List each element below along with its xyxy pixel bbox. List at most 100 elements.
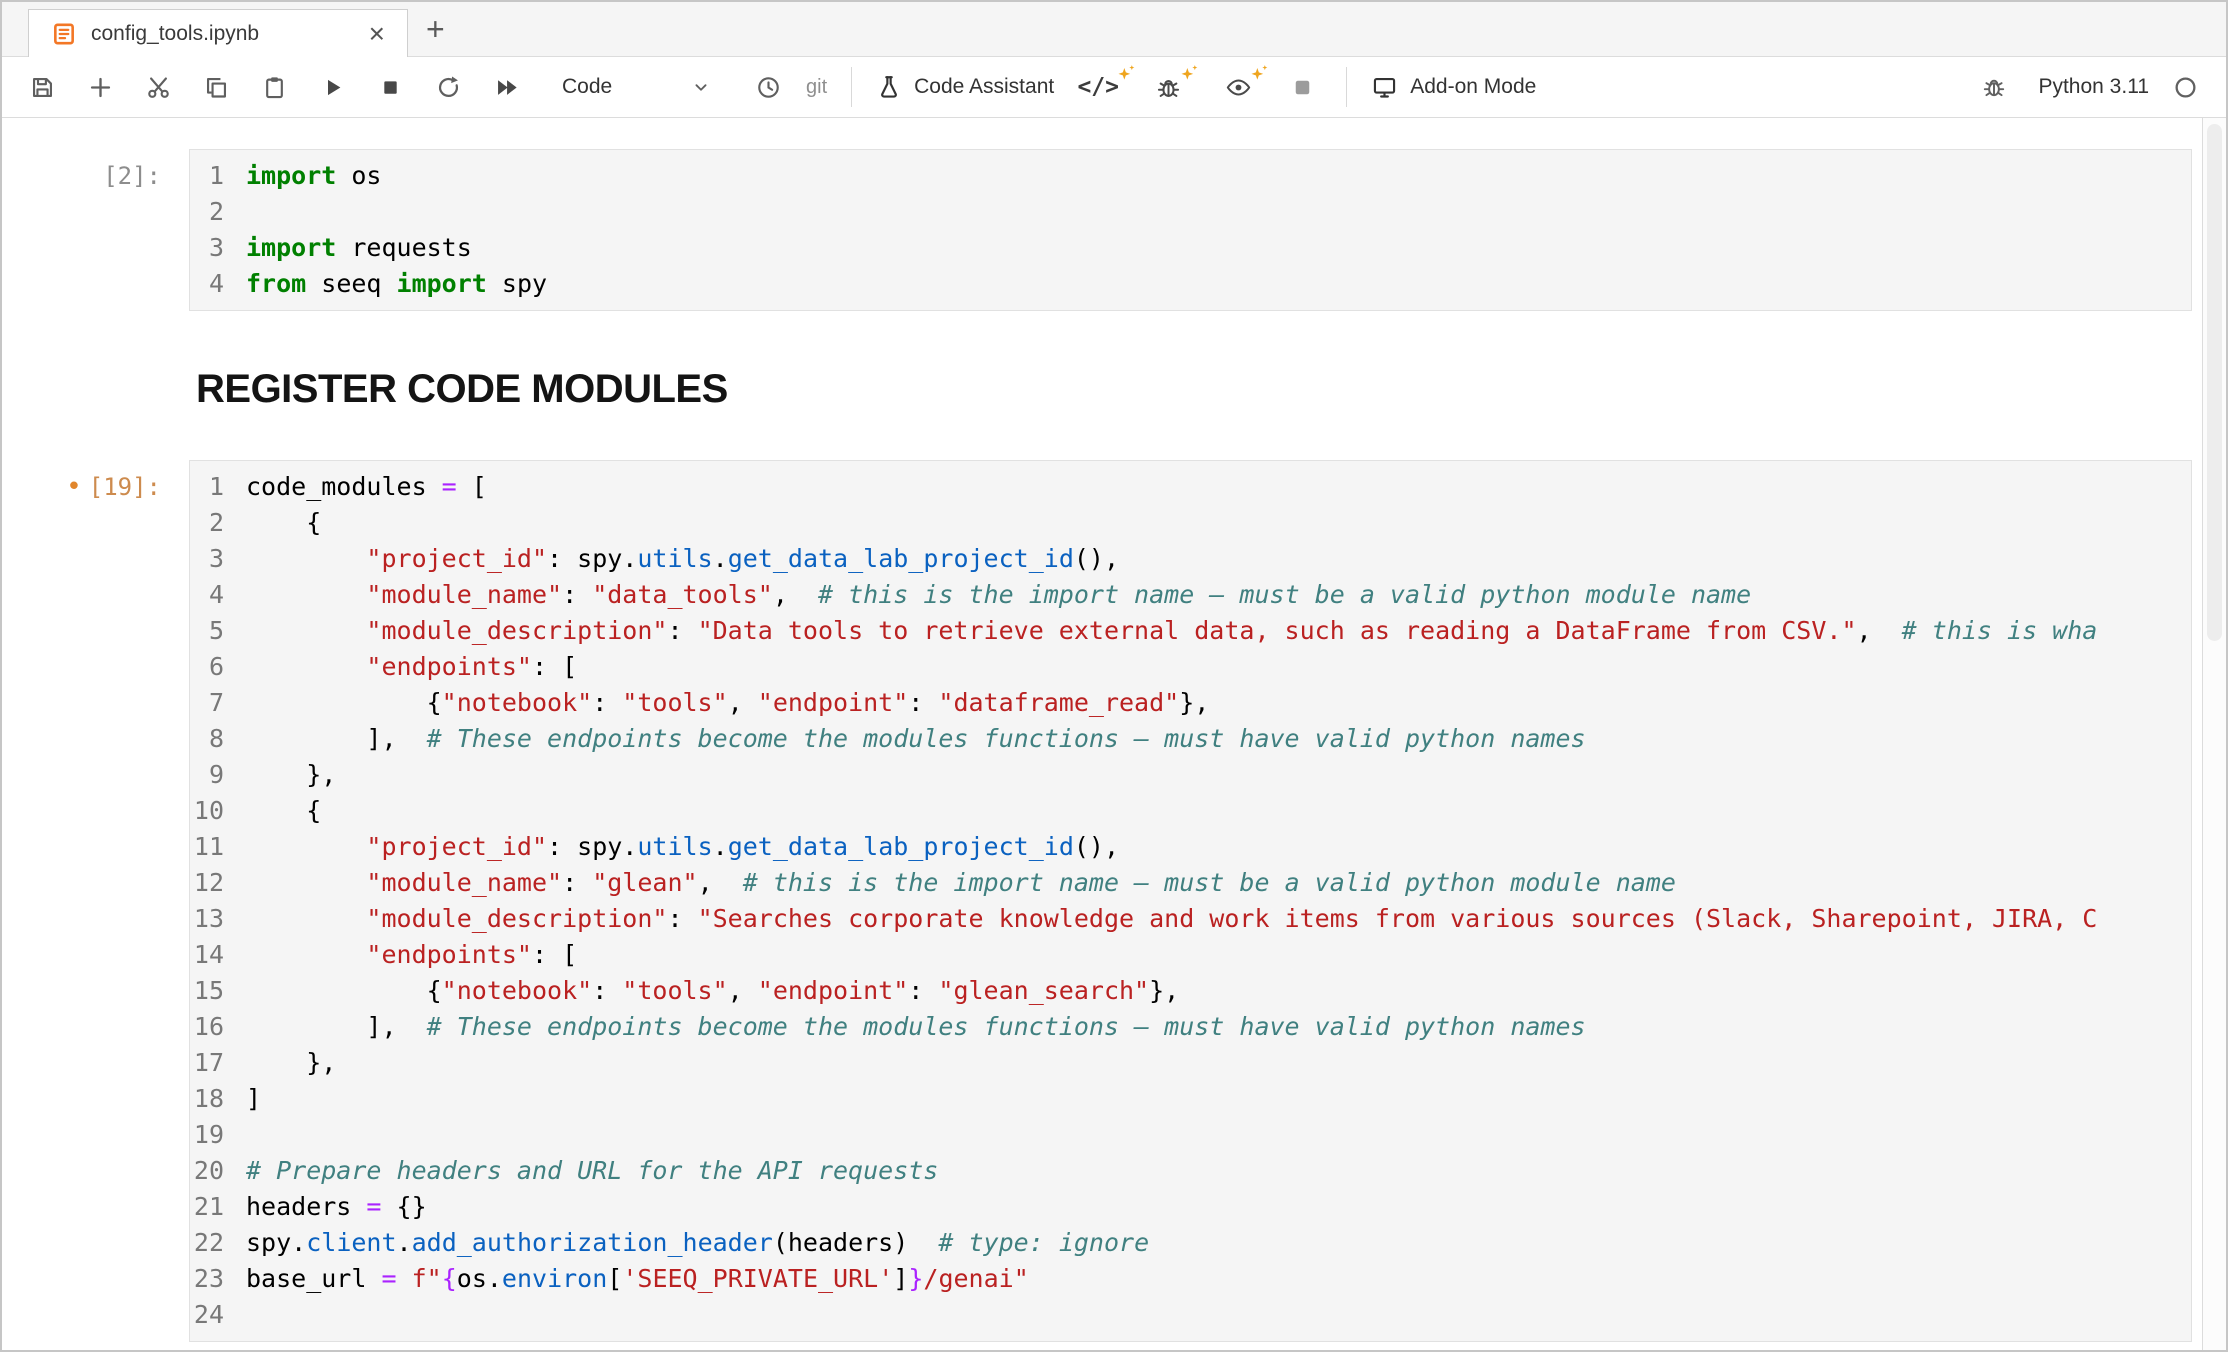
line-number: 4 xyxy=(190,266,234,302)
code-editor[interactable]: 1code_modules = [2 {3 "project_id": spy.… xyxy=(189,460,2192,1342)
restart-kernel-button[interactable] xyxy=(428,65,468,109)
git-button[interactable]: git xyxy=(806,76,827,99)
line-number: 21 xyxy=(190,1189,234,1225)
sparkle-icon xyxy=(1116,63,1136,83)
line-number: 2 xyxy=(190,505,234,541)
code-line[interactable]: 1code_modules = [ xyxy=(190,469,2191,505)
line-number: 14 xyxy=(190,937,234,973)
restart-run-all-button[interactable] xyxy=(486,65,526,109)
cut-cell-icon xyxy=(145,74,172,101)
assistant-stop-button[interactable] xyxy=(1282,65,1322,109)
vertical-scrollbar[interactable] xyxy=(2202,118,2226,1350)
toolbar-separator xyxy=(1346,67,1347,107)
line-number: 15 xyxy=(190,973,234,1009)
code-line[interactable]: 5 "module_description": "Data tools to r… xyxy=(190,613,2191,649)
code-line[interactable]: 3 "project_id": spy.utils.get_data_lab_p… xyxy=(190,541,2191,577)
new-tab-button[interactable]: + xyxy=(426,13,445,45)
code-line[interactable]: 11 "project_id": spy.utils.get_data_lab_… xyxy=(190,829,2191,865)
line-number: 3 xyxy=(190,230,234,266)
modified-dot: • xyxy=(66,472,82,502)
code-line[interactable]: 23base_url = f"{os.environ['SEEQ_PRIVATE… xyxy=(190,1261,2191,1297)
interrupt-stop-icon xyxy=(377,74,404,101)
code-line[interactable]: 12 "module_name": "glean", # this is the… xyxy=(190,865,2191,901)
kernel-idle-circle-icon[interactable] xyxy=(2173,75,2198,100)
addon-mode-label: Add-on Mode xyxy=(1410,75,1536,99)
code-line[interactable]: 20# Prepare headers and URL for the API … xyxy=(190,1153,2191,1189)
code-line[interactable]: 6 "endpoints": [ xyxy=(190,649,2191,685)
history-button[interactable] xyxy=(748,65,788,109)
kernel-name[interactable]: Python 3.11 xyxy=(2038,75,2149,99)
bug-sparkle-icon xyxy=(1155,74,1182,101)
stop-square-icon xyxy=(1289,74,1316,101)
line-number: 19 xyxy=(190,1117,234,1153)
debugger-button[interactable] xyxy=(1974,65,2014,109)
line-number: 17 xyxy=(190,1045,234,1081)
code-sparkle-icon: </> xyxy=(1077,74,1119,100)
code-line[interactable]: 15 {"notebook": "tools", "endpoint": "gl… xyxy=(190,973,2191,1009)
code-line[interactable]: 3import requests xyxy=(190,230,2191,266)
line-number: 1 xyxy=(190,469,234,505)
run-cell-button[interactable] xyxy=(312,65,352,109)
code-line[interactable]: 22spy.client.add_authorization_header(he… xyxy=(190,1225,2191,1261)
cut-cell-button[interactable] xyxy=(138,65,178,109)
code-line[interactable]: 10 { xyxy=(190,793,2191,829)
review-assist-button[interactable] xyxy=(1212,65,1264,109)
run-icon xyxy=(319,74,346,101)
code-line[interactable]: 8 ], # These endpoints become the module… xyxy=(190,721,2191,757)
code-line[interactable]: 24 xyxy=(190,1297,2191,1333)
notebook-panel: [2]:1import os23import requests4from see… xyxy=(2,118,2226,1350)
line-number: 18 xyxy=(190,1081,234,1117)
line-number: 11 xyxy=(190,829,234,865)
cell-prompt xyxy=(2,367,189,412)
code-line[interactable]: 18] xyxy=(190,1081,2191,1117)
line-number: 20 xyxy=(190,1153,234,1189)
sparkle-icon xyxy=(1179,63,1199,83)
generate-code-button[interactable]: </> xyxy=(1072,65,1124,109)
eye-sparkle-icon xyxy=(1225,74,1252,101)
code-line[interactable]: 2 { xyxy=(190,505,2191,541)
code-line[interactable]: 13 "module_description": "Searches corpo… xyxy=(190,901,2191,937)
code-line[interactable]: 4from seeq import spy xyxy=(190,266,2191,302)
code-line[interactable]: 9 }, xyxy=(190,757,2191,793)
cell-type-dropdown[interactable]: Code xyxy=(552,75,722,99)
code-line[interactable]: 14 "endpoints": [ xyxy=(190,937,2191,973)
notebook-icon xyxy=(51,21,77,47)
code-editor[interactable]: 1import os23import requests4from seeq im… xyxy=(189,149,2192,311)
scrollbar-thumb[interactable] xyxy=(2207,124,2222,641)
code-line[interactable]: 7 {"notebook": "tools", "endpoint": "dat… xyxy=(190,685,2191,721)
run-all-icon xyxy=(493,74,520,101)
execution-prompt: [2]: xyxy=(2,149,189,311)
save-button[interactable] xyxy=(22,65,62,109)
code-line[interactable]: 21headers = {} xyxy=(190,1189,2191,1225)
code-line[interactable]: 4 "module_name": "data_tools", # this is… xyxy=(190,577,2191,613)
restart-kernel-icon xyxy=(435,74,462,101)
code-line[interactable]: 17 }, xyxy=(190,1045,2191,1081)
line-number: 1 xyxy=(190,158,234,194)
code-line[interactable]: 16 ], # These endpoints become the modul… xyxy=(190,1009,2191,1045)
debug-assist-button[interactable] xyxy=(1142,65,1194,109)
toolbar-separator xyxy=(851,67,852,107)
paste-cell-button[interactable] xyxy=(254,65,294,109)
close-icon[interactable]: × xyxy=(369,20,385,48)
code-line[interactable]: 19 xyxy=(190,1117,2191,1153)
save-icon xyxy=(29,74,56,101)
code-line[interactable]: 1import os xyxy=(190,158,2191,194)
line-number: 6 xyxy=(190,649,234,685)
code-assistant-button[interactable]: Code Assistant xyxy=(876,74,1054,100)
interrupt-kernel-button[interactable] xyxy=(370,65,410,109)
chevron-down-icon xyxy=(690,76,712,98)
jupyterlab-window: config_tools.ipynb × + xyxy=(0,0,2228,1352)
flask-icon xyxy=(876,74,902,100)
line-number: 12 xyxy=(190,865,234,901)
line-number: 4 xyxy=(190,577,234,613)
markdown-heading: REGISTER CODE MODULES xyxy=(196,367,2202,412)
addon-mode-button[interactable]: Add-on Mode xyxy=(1371,74,1536,101)
code-cell: •[19]:1code_modules = [2 {3 "project_id"… xyxy=(2,460,2202,1342)
copy-cell-icon xyxy=(203,74,230,101)
code-line[interactable]: 2 xyxy=(190,194,2191,230)
add-cell-button[interactable] xyxy=(80,65,120,109)
copy-cell-button[interactable] xyxy=(196,65,236,109)
notebook-cells: [2]:1import os23import requests4from see… xyxy=(2,118,2202,1350)
tab-config-tools[interactable]: config_tools.ipynb × xyxy=(28,9,408,57)
markdown-cell[interactable]: REGISTER CODE MODULES xyxy=(2,367,2202,412)
